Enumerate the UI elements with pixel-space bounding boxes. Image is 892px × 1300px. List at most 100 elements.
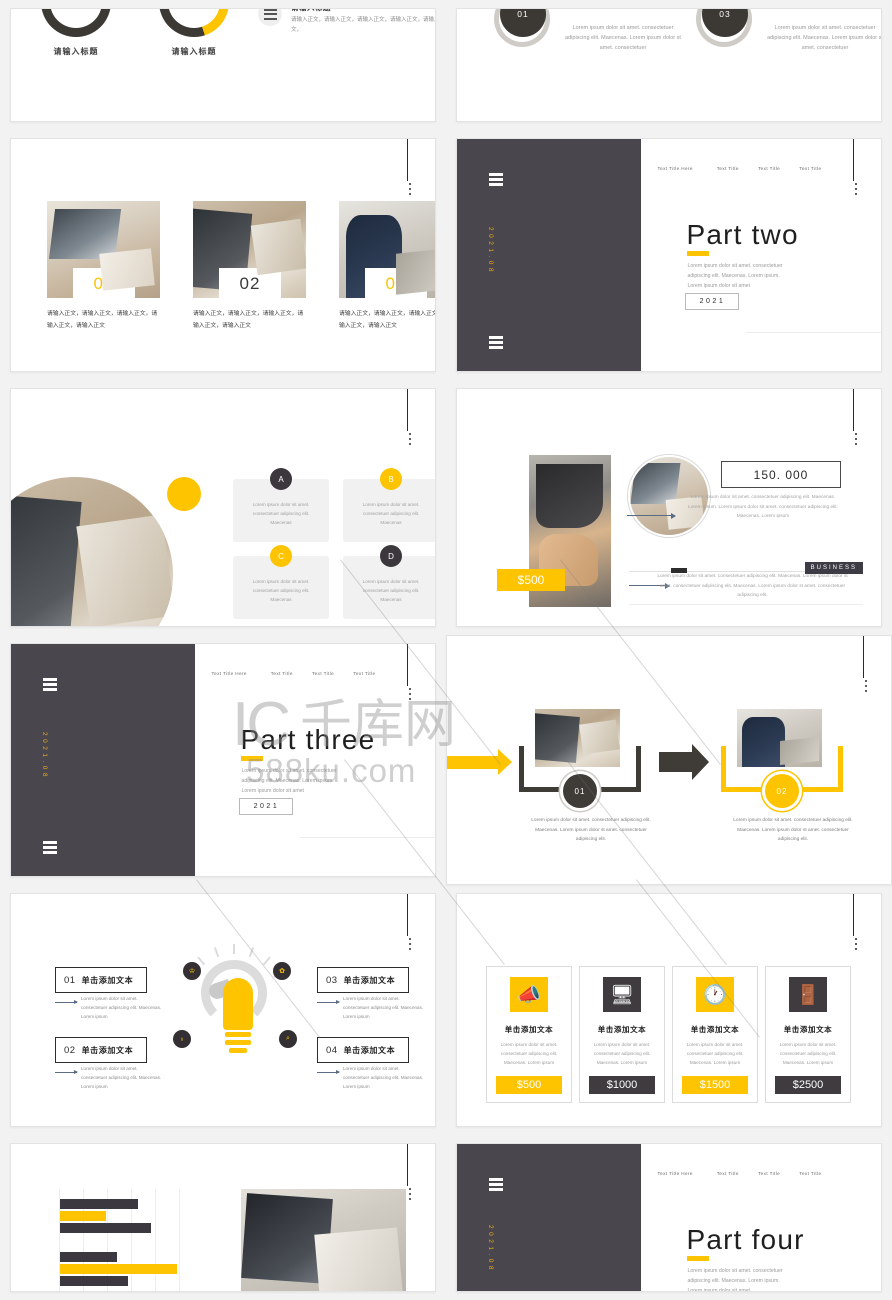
slide-donut-list[interactable]: 30% 请输入标题 45% 请输入标题: [10, 8, 436, 122]
slide-cell-process[interactable]: 01 Lorem ipsum dolor sit amet. consectet…: [446, 635, 892, 885]
slide-bulb-four[interactable]: ♔ ✿ ♁ ⌕ 01 单击添加文本 Lorem ipsum dolor sit …: [10, 893, 436, 1127]
slide-process-flow[interactable]: 01 Lorem ipsum dolor sit amet. consectet…: [446, 635, 892, 885]
slide-cell-business[interactable]: $500 150. 000 Lorem ipsum dolor sit amet…: [446, 380, 892, 635]
slide-cell-price-cards[interactable]: 📣 单击添加文本 Lorem ipsum dolor sit amet. con…: [446, 885, 892, 1135]
slide-abcd-cards[interactable]: A Lorem ipsum dolor sit amet. consectetu…: [10, 388, 436, 627]
price-card-group: 📣 单击添加文本 Lorem ipsum dolor sit amet. con…: [486, 966, 851, 1103]
list-item-body: 请输入正文，请输入正文，请输入正文，请输入正文，请输入正文，: [291, 17, 436, 33]
top-nav-item[interactable]: Text Title: [353, 671, 391, 676]
megaphone-icon: 📣: [510, 977, 548, 1012]
edge-rule: [407, 139, 408, 181]
slide-cell-medals[interactable]: 01 Lorem ipsum dolor sit amet. consectet…: [446, 0, 892, 130]
bar-chart: [59, 1189, 199, 1291]
photo-card-number: 01: [73, 268, 135, 298]
step-number-01: 01: [563, 774, 597, 808]
part-dark-panel: 2021.08: [457, 139, 642, 371]
step-body-01: Lorem ipsum dolor sit amet. consectetuer…: [531, 818, 651, 843]
slide-cell-abcd[interactable]: A Lorem ipsum dolor sit amet. consectetu…: [0, 380, 446, 635]
bar: [60, 1223, 151, 1233]
bulb-item-box-02[interactable]: 02 单击添加文本: [55, 1037, 147, 1063]
slide-cell-bar-chart[interactable]: [0, 1135, 446, 1300]
top-nav[interactable]: Text Title Here Text Title Text Title Te…: [211, 671, 391, 676]
slide-three-photos[interactable]: 01 请输入正文，请输入正文，请输入正文，请输入正文，请输入正文 02 请输入正…: [10, 138, 436, 372]
slide-cell-part-four[interactable]: 2021.08 Text Title Here Text Title Text …: [446, 1135, 892, 1300]
top-nav-item[interactable]: Text Title Here: [657, 1171, 716, 1176]
bar: [60, 1264, 177, 1274]
abcd-card[interactable]: D Lorem ipsum dolor sit amet. consectetu…: [343, 545, 435, 619]
connector-arrow-02: [55, 1070, 78, 1074]
bulb-item-box-01[interactable]: 01 单击添加文本: [55, 967, 147, 993]
top-nav[interactable]: Text Title Here Text Title Text Title Te…: [657, 166, 837, 171]
hamburger-icon-top[interactable]: [489, 1178, 503, 1191]
price-card[interactable]: 🖥 单击添加文本 Lorem ipsum dolor sit amet. con…: [579, 966, 665, 1103]
part-dark-panel: 2021.08: [11, 644, 196, 876]
bulb-item-number: 04: [326, 1044, 338, 1056]
hamburger-icon-top[interactable]: [43, 678, 57, 691]
slide-business-figures[interactable]: $500 150. 000 Lorem ipsum dolor sit amet…: [456, 388, 882, 627]
top-nav-item[interactable]: Text Title: [799, 166, 837, 171]
abcd-card-body: Lorem ipsum dolor sit amet. consectetuer…: [362, 579, 420, 602]
big-number: 150. 000: [721, 461, 841, 488]
slide-cell-three-photos[interactable]: 01 请输入正文，请输入正文，请输入正文，请输入正文，请输入正文 02 请输入正…: [0, 130, 446, 380]
bulb-item-box-03[interactable]: 03 单击添加文本: [317, 967, 409, 993]
top-nav-item[interactable]: Text Title: [758, 1171, 799, 1176]
slide-bar-chart-photo[interactable]: [10, 1143, 436, 1292]
photo-card[interactable]: 01 请输入正文，请输入正文，请输入正文，请输入正文，请输入正文: [47, 201, 160, 333]
top-nav-item[interactable]: Text Title: [799, 1171, 837, 1176]
price-card[interactable]: 🕐 单击添加文本 Lorem ipsum dolor sit amet. con…: [672, 966, 758, 1103]
price-card[interactable]: 🚪 单击添加文本 Lorem ipsum dolor sit amet. con…: [765, 966, 851, 1103]
top-nav-item[interactable]: Text Title: [758, 166, 799, 171]
photo-card[interactable]: 02 请输入正文，请输入正文，请输入正文，请输入正文，请输入正文: [193, 201, 306, 333]
top-nav-item[interactable]: Text Title Here: [657, 166, 716, 171]
edge-dots: [855, 433, 857, 445]
abcd-card-body: Lorem ipsum dolor sit amet. consectetuer…: [362, 502, 420, 525]
photo-card-number: 03: [365, 268, 427, 298]
price-card-amount: $500: [496, 1075, 562, 1094]
page-title: Part three: [240, 724, 376, 755]
donut-chart-45: 45%: [159, 9, 229, 37]
abcd-badge: D: [380, 545, 402, 567]
list-item[interactable]: 请输入标题 请输入正文，请输入正文，请输入正文，请输入正文，请输入正文，: [258, 9, 436, 35]
top-nav-item[interactable]: Text Title: [717, 1171, 758, 1176]
donut-item-2: 45% 请输入标题: [159, 9, 229, 57]
slide-part-four[interactable]: 2021.08 Text Title Here Text Title Text …: [456, 1143, 882, 1292]
slide-cell-donut-list[interactable]: 30% 请输入标题 45% 请输入标题: [0, 0, 446, 130]
bulb-item-box-04[interactable]: 04 单击添加文本: [317, 1037, 409, 1063]
hamburger-icon-bottom[interactable]: [43, 841, 57, 854]
laptop-paper-photo: 01: [47, 201, 160, 298]
bulb-item-number: 02: [64, 1044, 76, 1056]
top-nav-item[interactable]: Text Title: [717, 166, 758, 171]
abcd-card[interactable]: B Lorem ipsum dolor sit amet. consectetu…: [343, 468, 435, 542]
gear-icon: ✿: [273, 962, 291, 980]
abcd-badge: C: [270, 545, 292, 567]
medal-badge: 03: [681, 9, 767, 81]
abcd-card[interactable]: A Lorem ipsum dolor sit amet. consectetu…: [233, 468, 329, 542]
donut-value: 45%: [181, 9, 207, 10]
slide-medals[interactable]: 01 Lorem ipsum dolor sit amet. consectet…: [456, 8, 882, 122]
slide-cell-part-three[interactable]: 2021.08 Text Title Here Text Title Text …: [0, 635, 446, 885]
trophy-icon: ♔: [183, 962, 201, 980]
title-underline: [687, 251, 710, 256]
edge-rule: [853, 389, 854, 431]
slide-cell-part-two[interactable]: 2021.08 Text Title Here Text Title Text …: [446, 130, 892, 380]
slide-part-two[interactable]: 2021.08 Text Title Here Text Title Text …: [456, 138, 882, 372]
photo-card-body: 请输入正文，请输入正文，请输入正文，请输入正文，请输入正文: [193, 311, 304, 329]
abcd-card[interactable]: C Lorem ipsum dolor sit amet. consectetu…: [233, 545, 329, 619]
price-card[interactable]: 📣 单击添加文本 Lorem ipsum dolor sit amet. con…: [486, 966, 572, 1103]
vertical-year: 2021.08: [41, 732, 48, 781]
photo-card-body: 请输入正文，请输入正文，请输入正文，请输入正文，请输入正文: [47, 311, 158, 329]
hamburger-icon-bottom[interactable]: [489, 336, 503, 349]
top-nav[interactable]: Text Title Here Text Title Text Title Te…: [657, 1171, 837, 1176]
search-icon: ⌕: [279, 1030, 297, 1048]
medal-text: Lorem ipsum dolor sit amet. consectetuer…: [565, 25, 681, 52]
hamburger-icon-top[interactable]: [489, 173, 503, 186]
top-nav-item[interactable]: Text Title Here: [211, 671, 270, 676]
slide-price-cards[interactable]: 📣 单击添加文本 Lorem ipsum dolor sit amet. con…: [456, 893, 882, 1127]
ppt-template-thumbnail-grid: 30% 请输入标题 45% 请输入标题: [0, 0, 892, 1300]
top-nav-item[interactable]: Text Title: [312, 671, 353, 676]
slide-part-three[interactable]: 2021.08 Text Title Here Text Title Text …: [10, 643, 436, 877]
edge-rule: [853, 894, 854, 936]
top-nav-item[interactable]: Text Title: [271, 671, 312, 676]
photo-card[interactable]: 03 请输入正文，请输入正文，请输入正文，请输入正文，请输入正文: [339, 201, 435, 333]
slide-cell-bulb[interactable]: ♔ ✿ ♁ ⌕ 01 单击添加文本 Lorem ipsum dolor sit …: [0, 885, 446, 1135]
